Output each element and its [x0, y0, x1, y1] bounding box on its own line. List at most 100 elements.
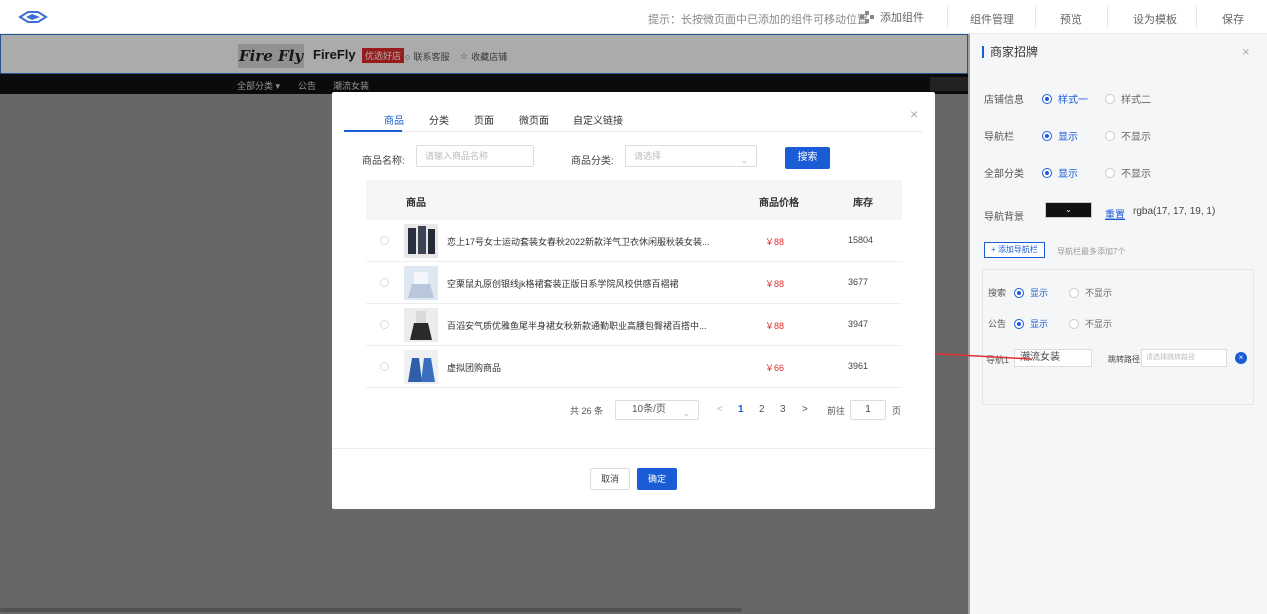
row-radio[interactable]	[380, 236, 389, 245]
remove-nav-icon[interactable]: ×	[1235, 352, 1247, 364]
dialog-footer-divider	[332, 448, 935, 449]
settings-panel: 商家招牌 × 店铺信息 样式一 样式二 导航栏 显示 不显示 全部分类 显示 不…	[970, 34, 1267, 614]
search-label: 搜索	[988, 288, 1007, 298]
product-price: ￥88	[765, 279, 785, 289]
product-name-input[interactable]: 请输入商品名称	[416, 145, 534, 167]
all-category-hide-radio[interactable]: 不显示	[1105, 165, 1151, 180]
tab-category[interactable]: 分类	[429, 112, 449, 127]
page-2-button[interactable]: 2	[759, 404, 765, 415]
active-tab-indicator	[344, 130, 402, 132]
product-stock: 3677	[848, 277, 869, 287]
search-button[interactable]: 搜索	[785, 147, 830, 169]
search-hide-radio[interactable]: 不显示	[1069, 286, 1112, 299]
goto-label: 前往	[827, 406, 846, 416]
tab-page[interactable]: 页面	[474, 112, 494, 127]
prev-page-button[interactable]: <	[717, 404, 723, 415]
rgba-value: rgba(17, 17, 19, 1)	[1133, 206, 1216, 217]
cancel-button[interactable]: 取消	[590, 468, 630, 490]
product-stock: 15804	[848, 235, 874, 245]
notice-label: 公告	[988, 319, 1007, 329]
add-component-button[interactable]: 添加组件	[860, 9, 924, 25]
goto-page-input[interactable]: 1	[850, 400, 886, 420]
component-manage-button[interactable]: 组件管理	[970, 11, 1014, 27]
notice-hide-radio[interactable]: 不显示	[1069, 317, 1112, 330]
product-name-label: 商品名称:	[362, 156, 405, 167]
product-price: ￥88	[765, 321, 785, 331]
product-name: 恋上17号女士运动套装女春秋2022新款洋气卫衣休闲服秋装女装...	[447, 237, 710, 247]
all-category-label: 全部分类	[984, 169, 1024, 180]
divider	[947, 6, 948, 28]
product-thumbnail	[404, 350, 438, 384]
product-price: ￥66	[765, 363, 785, 373]
add-nav-tip: 导航栏最多添加7个	[1057, 247, 1126, 256]
drag-hint: 提示：长按微页面中已添加的组件可移动位置	[648, 14, 868, 26]
table-row[interactable]: 百滔安气质优雅鱼尾半身裙女秋新款通勤职业高腰包臀裙百搭中... ￥88 3947	[366, 304, 902, 346]
page-unit-label: 页	[892, 406, 902, 416]
shop-info-style1-radio[interactable]: 样式一	[1042, 91, 1088, 106]
table-row[interactable]: 恋上17号女士运动套装女春秋2022新款洋气卫衣休闲服秋装女装... ￥88 1…	[366, 220, 902, 262]
product-thumbnail	[404, 266, 438, 300]
product-stock: 3961	[848, 361, 869, 371]
divider	[1035, 6, 1036, 28]
product-name: 空栗鼠丸原创银线jk格裙套装正版日系学院风校供感百褶裙	[447, 279, 679, 289]
column-price: 商品价格	[759, 198, 799, 209]
tab-custom-link[interactable]: 自定义链接	[573, 112, 623, 127]
reset-link[interactable]: 重置	[1105, 206, 1125, 221]
product-thumbnail	[404, 308, 438, 342]
row-radio[interactable]	[380, 362, 389, 371]
table-row[interactable]: 虚拟团购商品 ￥66 3961	[366, 346, 902, 388]
add-component-label: 添加组件	[880, 12, 924, 24]
app-logo-icon[interactable]	[18, 10, 48, 24]
confirm-button[interactable]: 确定	[637, 468, 677, 490]
top-bar: 提示：长按微页面中已添加的组件可移动位置 添加组件 组件管理 预览 设为模板 保…	[0, 0, 1267, 34]
all-category-show-radio[interactable]: 显示	[1042, 165, 1078, 180]
navbar-hide-radio[interactable]: 不显示	[1105, 128, 1151, 143]
next-page-button[interactable]: >	[802, 404, 808, 415]
add-nav-button[interactable]: + 添加导航栏	[984, 242, 1045, 258]
chevron-down-icon: ⌄	[682, 408, 690, 418]
product-price: ￥88	[765, 237, 785, 247]
product-category-select[interactable]: 请选择 ⌄	[625, 145, 757, 167]
navbar-show-radio[interactable]: 显示	[1042, 128, 1078, 143]
panel-title: 商家招牌	[982, 46, 1038, 58]
row-radio[interactable]	[380, 320, 389, 329]
category-placeholder: 请选择	[634, 151, 662, 161]
table-header: 商品 商品价格 库存	[366, 180, 902, 220]
nav-bg-label: 导航背景	[984, 212, 1024, 223]
column-stock: 库存	[853, 198, 873, 209]
save-button[interactable]: 保存	[1222, 11, 1244, 27]
notice-show-radio[interactable]: 显示	[1014, 317, 1048, 330]
product-thumbnail	[404, 224, 438, 258]
shop-info-style2-radio[interactable]: 样式二	[1105, 91, 1151, 106]
jump-path-input[interactable]: 请选择跳转路径	[1141, 349, 1227, 367]
column-product: 商品	[406, 198, 426, 209]
tab-product[interactable]: 商品	[384, 112, 404, 127]
preview-button[interactable]: 预览	[1060, 11, 1082, 27]
close-icon[interactable]: ×	[1242, 44, 1250, 59]
components-icon	[860, 11, 874, 23]
chevron-down-icon: ⌄	[740, 155, 748, 165]
total-count: 共 26 条	[570, 406, 604, 416]
tab-micro-page[interactable]: 微页面	[519, 112, 549, 127]
page-size-value: 10条/页	[632, 404, 666, 415]
search-show-radio[interactable]: 显示	[1014, 286, 1048, 299]
row-radio[interactable]	[380, 278, 389, 287]
navbar-label: 导航栏	[984, 132, 1014, 143]
page-3-button[interactable]: 3	[780, 404, 786, 415]
nav-bg-color-picker[interactable]: ⌄	[1045, 202, 1092, 218]
set-template-button[interactable]: 设为模板	[1133, 11, 1177, 27]
pagination: 共 26 条 10条/页 ⌄ < 1 2 3 > 前往 1 页	[332, 400, 935, 420]
product-table: 商品 商品价格 库存 恋上17号女士运动套装女春秋2022新款洋气卫衣休闲服秋装…	[366, 180, 902, 388]
product-stock: 3947	[848, 319, 869, 329]
shop-info-label: 店铺信息	[984, 95, 1024, 106]
divider	[1196, 6, 1197, 28]
jump-path-label: 跳转路径	[1108, 355, 1140, 364]
dialog-tabs: 商品 分类 页面 微页面 自定义链接	[344, 112, 922, 132]
page-1-button[interactable]: 1	[738, 404, 744, 415]
page-size-select[interactable]: 10条/页 ⌄	[615, 400, 699, 420]
divider	[1107, 6, 1108, 28]
table-row[interactable]: 空栗鼠丸原创银线jk格裙套装正版日系学院风校供感百褶裙 ￥88 3677	[366, 262, 902, 304]
product-name: 百滔安气质优雅鱼尾半身裙女秋新款通勤职业高腰包臀裙百搭中...	[447, 321, 707, 331]
product-category-label: 商品分类:	[571, 156, 614, 167]
product-name: 虚拟团购商品	[447, 363, 502, 373]
